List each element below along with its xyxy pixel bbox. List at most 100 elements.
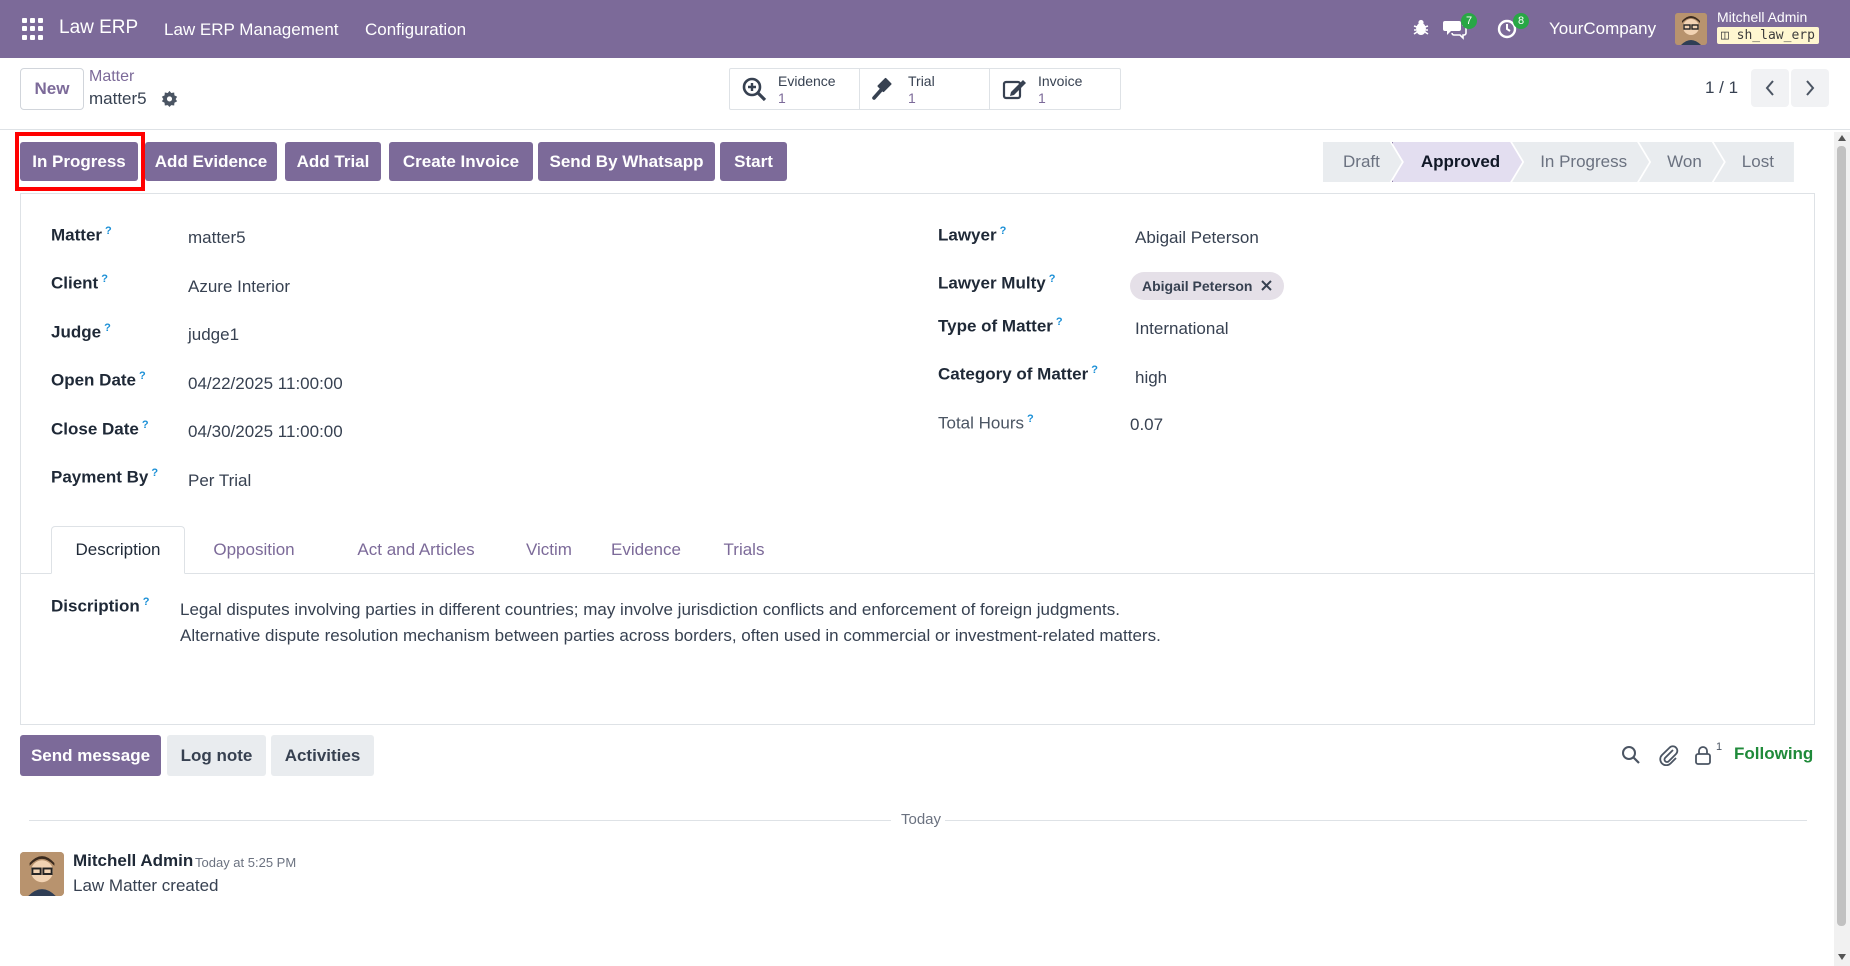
- message-author[interactable]: Mitchell Admin: [73, 851, 193, 871]
- smart-button-label: Invoice: [1038, 73, 1083, 89]
- label-type-of-matter: Type of Matter?: [938, 316, 1063, 336]
- search-icon[interactable]: [1621, 745, 1641, 770]
- tab-evidence[interactable]: Evidence: [594, 526, 698, 574]
- send-by-whatsapp-button[interactable]: Send By Whatsapp: [538, 142, 715, 181]
- tab-description[interactable]: Description: [51, 526, 185, 574]
- message-body: Law Matter created: [73, 876, 219, 895]
- paperclip-icon[interactable]: [1659, 744, 1679, 771]
- tab-act-and-articles[interactable]: Act and Articles: [329, 526, 503, 574]
- search-plus-icon: [742, 77, 768, 106]
- database-icon: ◫: [1721, 28, 1729, 43]
- pager-value[interactable]: 1 / 1: [1705, 78, 1738, 98]
- smart-button-value: 1: [908, 90, 916, 106]
- date-separator: Today: [897, 811, 946, 828]
- label-total-hours: Total Hours?: [938, 413, 1034, 433]
- description-line[interactable]: Legal disputes involving parties in diff…: [180, 600, 1120, 620]
- lawyer-multy-tag: Abigail Peterson: [1130, 272, 1285, 300]
- label-lawyer-multy: Lawyer Multy?: [938, 273, 1056, 293]
- stage-approved[interactable]: Approved: [1392, 142, 1522, 182]
- menu-law-erp-management[interactable]: Law ERP Management: [164, 20, 339, 40]
- label-payment-by: Payment By?: [51, 467, 159, 487]
- scroll-up-icon[interactable]: [1838, 135, 1846, 141]
- highlight-box: [15, 132, 145, 191]
- control-panel: New Matter matter5 Evidence 1 Trial 1 In…: [0, 58, 1850, 130]
- add-evidence-button[interactable]: Add Evidence: [145, 142, 277, 181]
- user-avatar[interactable]: [1675, 13, 1707, 45]
- debug-bug-icon[interactable]: [1411, 18, 1431, 43]
- smart-button-invoice[interactable]: Invoice 1: [990, 69, 1120, 109]
- scroll-thumb[interactable]: [1837, 146, 1846, 926]
- database-badge: ◫ sh_law_erp: [1717, 27, 1819, 44]
- field-client[interactable]: Azure Interior: [188, 277, 290, 297]
- smart-button-value: 1: [778, 90, 786, 106]
- add-trial-button[interactable]: Add Trial: [285, 142, 381, 181]
- menu-configuration[interactable]: Configuration: [365, 20, 466, 40]
- field-open-date[interactable]: 04/22/2025 11:00:00: [188, 374, 343, 394]
- edit-icon: [1002, 77, 1028, 106]
- label-open-date: Open Date?: [51, 370, 146, 390]
- user-name[interactable]: Mitchell Admin: [1717, 9, 1807, 25]
- smart-button-evidence[interactable]: Evidence 1: [730, 69, 860, 109]
- chevron-right-icon: [1806, 80, 1815, 96]
- notebook-tabs: Description Opposition Act and Articles …: [20, 526, 1815, 574]
- app-brand[interactable]: Law ERP: [59, 17, 138, 39]
- field-total-hours: 0.07: [1130, 415, 1164, 434]
- label-client: Client?: [51, 273, 108, 293]
- label-matter: Matter?: [51, 225, 112, 245]
- smart-button-value: 1: [1038, 90, 1046, 106]
- stage-draft[interactable]: Draft: [1323, 142, 1402, 182]
- scrollbar[interactable]: [1834, 132, 1850, 966]
- field-payment-by[interactable]: Per Trial: [188, 471, 251, 491]
- smart-button-label: Evidence: [778, 73, 836, 89]
- send-message-button[interactable]: Send message: [20, 735, 161, 776]
- date-separator-line: [943, 820, 1807, 821]
- tab-trials[interactable]: Trials: [704, 526, 784, 574]
- tag-label: Abigail Peterson: [1142, 278, 1253, 294]
- field-matter[interactable]: matter5: [188, 228, 246, 248]
- label-judge: Judge?: [51, 322, 111, 342]
- top-navbar: Law ERP Law ERP Management Configuration…: [0, 0, 1850, 58]
- database-name: sh_law_erp: [1736, 28, 1815, 43]
- chevron-left-icon: [1765, 80, 1774, 96]
- followers-lock-icon[interactable]: [1694, 745, 1712, 770]
- pager-next-button[interactable]: [1791, 69, 1829, 107]
- company-switcher[interactable]: YourCompany: [1549, 19, 1656, 39]
- close-icon[interactable]: [1261, 278, 1273, 294]
- smart-buttons: Evidence 1 Trial 1 Invoice 1: [729, 68, 1121, 110]
- followers-count: 1: [1716, 741, 1723, 753]
- avatar[interactable]: [20, 852, 64, 896]
- breadcrumb-current: matter5: [89, 89, 147, 108]
- label-lawyer: Lawyer?: [938, 225, 1007, 245]
- activities-button[interactable]: Activities: [271, 735, 374, 776]
- smart-button-trial[interactable]: Trial 1: [860, 69, 990, 109]
- stage-in-progress[interactable]: In Progress: [1512, 142, 1649, 182]
- following-button[interactable]: Following: [1734, 744, 1813, 764]
- messages-count-badge: 7: [1461, 13, 1477, 29]
- gear-icon[interactable]: [161, 90, 178, 112]
- label-close-date: Close Date?: [51, 419, 149, 439]
- app-grid-icon[interactable]: [22, 18, 44, 40]
- activities-count-badge: 8: [1513, 13, 1529, 29]
- field-lawyer[interactable]: Abigail Peterson: [1135, 228, 1259, 248]
- breadcrumb-parent[interactable]: Matter: [89, 68, 134, 86]
- message-time: Today at 5:25 PM: [195, 855, 297, 870]
- field-judge[interactable]: judge1: [188, 325, 239, 345]
- start-button[interactable]: Start: [720, 142, 787, 181]
- stage-lost[interactable]: Lost: [1713, 142, 1794, 182]
- label-description: Discription?: [51, 596, 150, 616]
- log-note-button[interactable]: Log note: [167, 735, 266, 776]
- field-category-of-matter[interactable]: high: [1135, 368, 1167, 388]
- date-separator-line: [29, 820, 891, 821]
- scroll-down-icon[interactable]: [1838, 954, 1846, 960]
- field-type-of-matter[interactable]: International: [1135, 319, 1229, 339]
- field-close-date[interactable]: 04/30/2025 11:00:00: [188, 422, 343, 442]
- status-bar: Draft Approved In Progress Won Lost: [1323, 142, 1794, 182]
- description-line[interactable]: Alternative dispute resolution mechanism…: [180, 626, 1161, 646]
- tab-victim[interactable]: Victim: [506, 526, 592, 574]
- new-button[interactable]: New: [20, 68, 84, 110]
- create-invoice-button[interactable]: Create Invoice: [389, 142, 533, 181]
- tab-opposition[interactable]: Opposition: [198, 526, 310, 574]
- pager-previous-button[interactable]: [1751, 69, 1789, 107]
- gavel-icon: [872, 77, 898, 106]
- stage-won[interactable]: Won: [1639, 142, 1724, 182]
